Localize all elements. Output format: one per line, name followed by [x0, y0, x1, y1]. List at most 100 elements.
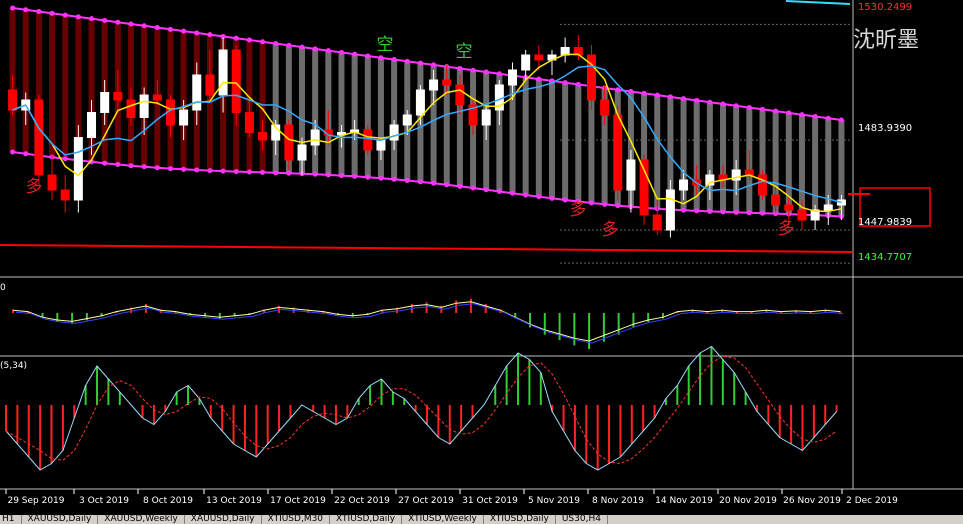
- channel-lower-dot: [391, 176, 397, 182]
- channel-band-bar: [575, 84, 582, 202]
- channel-lower-dot: [207, 168, 213, 174]
- x-tick-label: 27 Oct 2019: [398, 496, 454, 506]
- x-tick-label: 29 Sep 2019: [7, 496, 64, 506]
- channel-upper-dot: [575, 81, 581, 87]
- channel-lower-dot: [115, 162, 121, 168]
- chart-tab[interactable]: XAUUSD,Daily: [22, 515, 99, 524]
- channel-upper-dot: [562, 80, 568, 86]
- signal-annotation: 多: [26, 177, 43, 197]
- channel-lower-dot: [220, 168, 226, 174]
- channel-upper-dot: [260, 39, 266, 45]
- channel-lower-dot: [602, 201, 608, 207]
- channel-lower-dot: [707, 208, 713, 214]
- price-label: 1483.9390: [858, 123, 912, 134]
- oscillator-panel: [5, 345, 838, 471]
- candle-body: [73, 137, 83, 201]
- candle-body: [363, 129, 373, 151]
- channel-band-bar: [654, 95, 661, 209]
- channel-band-bar: [391, 59, 398, 180]
- channel-upper-dot: [838, 117, 844, 123]
- chart-tab[interactable]: H1: [0, 515, 22, 524]
- candle-body: [679, 179, 689, 191]
- chart-tab[interactable]: XTIUSD,Daily: [484, 515, 556, 524]
- channel-upper-dot: [457, 65, 463, 71]
- channel-lower-dot: [562, 197, 568, 203]
- channel-lower-dot: [720, 209, 726, 215]
- x-tick-label: 8 Oct 2019: [143, 496, 193, 506]
- candle-body: [139, 94, 149, 118]
- price-chart: 多空 空多多 多1530.24991483.93901447.98391434.77…: [0, 0, 963, 506]
- candle-body: [429, 79, 439, 91]
- channel-lower-dot: [10, 149, 16, 155]
- channel-band-bar: [535, 79, 542, 197]
- channel-lower-dot: [260, 169, 266, 175]
- chart-tab[interactable]: US30,H4: [556, 515, 608, 524]
- channel-band-bar: [49, 13, 56, 158]
- channel-lower-dot: [128, 163, 134, 169]
- channel-upper-dot: [707, 99, 713, 105]
- channel-upper-dot: [181, 28, 187, 34]
- signal-annotation: 多: [778, 219, 795, 239]
- channel-upper-dot: [352, 51, 358, 57]
- channel-lower-dot: [154, 165, 160, 171]
- channel-lower-dot: [549, 195, 555, 201]
- channel-upper-dot: [233, 35, 239, 41]
- top-trend-line: [785, 0, 851, 5]
- channel-upper-dot: [62, 12, 68, 18]
- chart-tabs-bar: H1 XAUUSD,Daily XAUUSD,Weekly XAUUSD,Daily X…: [0, 515, 963, 524]
- channel-lower-dot: [746, 210, 752, 216]
- channel-lower-dot: [496, 188, 502, 194]
- watermark-logo: 沈昕墨: [853, 28, 920, 53]
- channel-lower-dot: [536, 194, 542, 200]
- channel-upper-dot: [75, 14, 81, 20]
- candle-body: [126, 99, 136, 118]
- candle-body: [60, 189, 70, 201]
- channel-upper-dot: [141, 23, 147, 29]
- channel-lower-dot: [457, 183, 463, 189]
- signal-annotation: 空: [456, 42, 473, 62]
- candle-body: [8, 89, 18, 111]
- channel-upper-dot: [312, 46, 318, 52]
- candle-body: [771, 194, 781, 206]
- candle-body: [192, 74, 202, 111]
- candle-body: [455, 84, 465, 106]
- candle-body: [87, 112, 97, 138]
- candle-body: [836, 199, 846, 206]
- channel-upper-dot: [286, 42, 292, 48]
- channel-upper-dot: [681, 96, 687, 102]
- candle-body: [508, 69, 518, 86]
- channel-lower-dot: [444, 182, 450, 188]
- channel-band-bar: [351, 54, 358, 177]
- channel-lower-dot: [23, 151, 29, 157]
- price-label: 1530.2499: [858, 2, 912, 13]
- candle-body: [613, 114, 623, 191]
- channel-upper-dot: [641, 90, 647, 96]
- chart-tab[interactable]: XTIUSD,Weekly: [402, 515, 484, 524]
- channel-lower-dot: [325, 172, 331, 178]
- channel-upper-dot: [338, 49, 344, 55]
- candle-body: [784, 204, 794, 211]
- channel-lower-dot: [378, 175, 384, 181]
- support-line: [0, 244, 853, 253]
- chart-tab[interactable]: XTIUSD,Daily: [330, 515, 403, 524]
- channel-upper-dot: [299, 44, 305, 50]
- channel-upper-dot: [654, 92, 660, 98]
- channel-lower-dot: [510, 190, 516, 196]
- channel-upper-dot: [628, 89, 634, 95]
- channel-lower-dot: [431, 180, 437, 186]
- chart-tab[interactable]: XTIUSD,M30: [262, 515, 331, 524]
- channel-lower-dot: [62, 156, 68, 162]
- channel-upper-dot: [23, 7, 29, 13]
- channel-band-bar: [522, 77, 529, 195]
- x-tick-label: 5 Nov 2019: [528, 496, 580, 506]
- channel-upper-dot: [154, 25, 160, 31]
- channel-upper-dot: [786, 110, 792, 116]
- channel-band-bar: [62, 15, 69, 159]
- chart-tab[interactable]: XAUUSD,Daily: [185, 515, 262, 524]
- chart-tab[interactable]: XAUUSD,Weekly: [98, 515, 185, 524]
- candle-body: [389, 124, 399, 141]
- channel-lower-dot: [483, 187, 489, 193]
- candle-body: [34, 99, 44, 176]
- channel-band-bar: [312, 48, 319, 175]
- channel-upper-dot: [404, 58, 410, 64]
